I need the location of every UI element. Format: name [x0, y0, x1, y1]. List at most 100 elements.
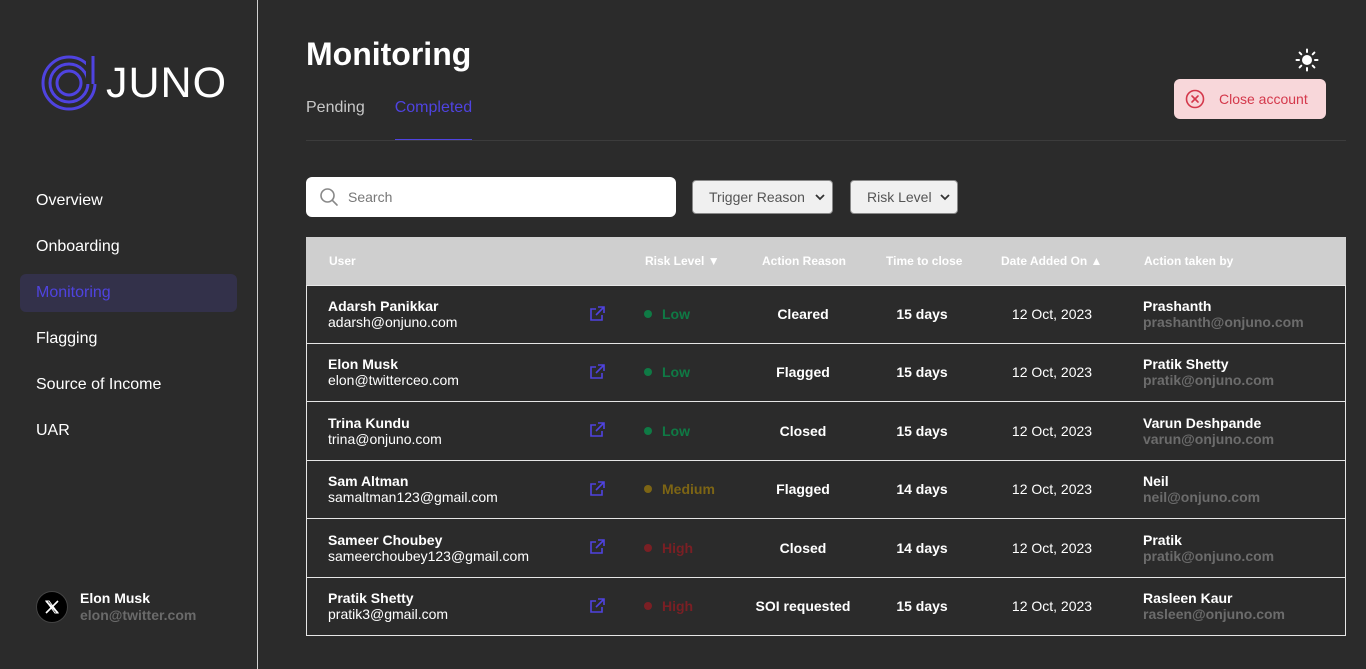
page-title: Monitoring	[306, 36, 472, 72]
time-to-close: 15 days	[896, 364, 948, 381]
user-email: pratik3@gmail.com	[328, 606, 449, 623]
external-link-icon[interactable]	[588, 538, 606, 561]
action-reason: Cleared	[777, 306, 829, 323]
header-date-added[interactable]: Date Added On ▲	[1001, 254, 1102, 268]
table-row[interactable]: Adarsh Panikkar adarsh@onjuno.com Low Clear…	[306, 285, 1346, 344]
action-taken-by-cell: Prashanth prashanth@onjuno.com	[1143, 298, 1304, 330]
user-cell: Adarsh Panikkar adarsh@onjuno.com	[328, 298, 457, 330]
user-profile[interactable]: Elon Musk elon@twitter.com	[36, 590, 196, 624]
table-row[interactable]: Pratik Shetty pratik3@gmail.com High SOI re…	[306, 577, 1346, 636]
action-reason: Closed	[779, 539, 827, 556]
action-taken-by-cell: Pratik Shetty pratik@onjuno.com	[1143, 356, 1274, 388]
date-added: 12 Oct, 2023	[1011, 422, 1093, 439]
user-cell: Trina Kundu trina@onjuno.com	[328, 415, 442, 447]
sidebar-item-monitoring[interactable]: Monitoring	[20, 274, 237, 312]
risk-dot-icon	[644, 426, 652, 435]
user-name: Sameer Choubey	[328, 531, 443, 548]
action-by-name: Prashanth	[1143, 298, 1212, 315]
action-by-email: prashanth@onjuno.com	[1143, 314, 1304, 331]
user-name: Adarsh Panikkar	[328, 298, 439, 315]
risk-dot-icon	[644, 543, 652, 552]
time-to-close: 14 days	[896, 481, 948, 498]
user-name: Elon Musk	[328, 356, 399, 373]
tab-pending[interactable]: Pending	[306, 96, 365, 141]
table-header: User Risk Level ▼ Action Reason Time to …	[306, 237, 1346, 285]
tab-completed[interactable]: Completed	[394, 96, 473, 141]
sidebar-item-uar[interactable]: UAR	[20, 412, 237, 450]
user-name: Trina Kundu	[328, 414, 410, 431]
table-row[interactable]: Elon Musk elon@twitterceo.com Low Flagged 15…	[306, 343, 1346, 402]
user-email: samaltman123@gmail.com	[328, 489, 498, 506]
risk-level-select[interactable]: Risk Level	[850, 180, 958, 214]
header-action-taken-by: Action taken by	[1144, 254, 1234, 268]
external-link-icon[interactable]	[588, 480, 606, 503]
close-account-label: Close account	[1219, 91, 1308, 107]
user-email: trina@onjuno.com	[328, 430, 442, 447]
search-box[interactable]	[306, 177, 676, 217]
close-circle-icon	[1185, 89, 1205, 109]
external-link-icon[interactable]	[588, 363, 606, 386]
risk-level: Low	[662, 306, 690, 323]
risk-level-label: Risk Level	[867, 189, 932, 205]
user-cell: Elon Musk elon@twitterceo.com	[328, 356, 459, 388]
table-row[interactable]: Trina Kundu trina@onjuno.com Low Closed 15 d…	[306, 402, 1346, 461]
table-row[interactable]: Sameer Choubey sameerchoubey123@gmail.com…	[306, 519, 1346, 578]
risk-level-cell: Low	[644, 306, 690, 322]
sidebar-item-flagging[interactable]: Flagging	[20, 320, 237, 358]
risk-level-cell: Low	[644, 423, 690, 439]
sidebar-item-overview[interactable]: Overview	[20, 182, 237, 220]
tabs: Pending Completed	[306, 96, 502, 141]
risk-level: Low	[662, 422, 690, 439]
user-email: elon@twitterceo.com	[328, 372, 459, 389]
sidebar-item-onboarding[interactable]: Onboarding	[20, 228, 237, 266]
risk-level-cell: High	[644, 540, 693, 556]
risk-level-cell: Medium	[644, 481, 715, 497]
sidebar: JUNO Overview Onboarding Monitoring Flag…	[0, 0, 258, 669]
action-by-name: Rasleen Kaur	[1143, 590, 1233, 607]
action-taken-by-cell: Pratik pratik@onjuno.com	[1143, 532, 1274, 564]
tabs-divider	[306, 140, 1346, 141]
search-input[interactable]	[348, 189, 648, 205]
trigger-reason-select[interactable]: Trigger Reason	[692, 180, 833, 214]
profile-name: Elon Musk	[80, 590, 151, 606]
brand-name: JUNO	[106, 58, 228, 107]
date-added: 12 Oct, 2023	[1011, 539, 1093, 556]
date-added: 12 Oct, 2023	[1011, 598, 1093, 615]
risk-dot-icon	[644, 368, 652, 377]
sidebar-item-source-of-income[interactable]: Source of Income	[20, 366, 237, 404]
date-added: 12 Oct, 2023	[1011, 481, 1093, 498]
external-link-icon[interactable]	[588, 597, 606, 620]
risk-dot-icon	[644, 485, 652, 494]
action-taken-by-cell: Neil neil@onjuno.com	[1143, 473, 1260, 505]
juno-logo[interactable]: JUNO	[40, 54, 227, 112]
time-to-close: 15 days	[896, 306, 948, 323]
risk-level: Low	[662, 364, 690, 381]
time-to-close: 14 days	[896, 539, 948, 556]
juno-logo-icon	[41, 54, 100, 111]
header-risk-level[interactable]: Risk Level ▼	[645, 254, 720, 268]
action-by-email: pratik@onjuno.com	[1143, 547, 1275, 564]
action-taken-by-cell: Varun Deshpande varun@onjuno.com	[1143, 415, 1274, 447]
user-email: sameerchoubey123@gmail.com	[328, 547, 529, 564]
risk-level-cell: High	[644, 598, 693, 614]
action-by-email: varun@onjuno.com	[1143, 430, 1275, 447]
user-email: adarsh@onjuno.com	[328, 314, 458, 331]
close-account-button[interactable]: Close account	[1174, 79, 1326, 119]
header-time-to-close: Time to close	[886, 254, 963, 268]
action-reason: Flagged	[776, 364, 830, 381]
user-cell: Pratik Shetty pratik3@gmail.com	[328, 590, 448, 622]
time-to-close: 15 days	[896, 422, 948, 439]
external-link-icon[interactable]	[588, 305, 606, 328]
user-cell: Sam Altman samaltman123@gmail.com	[328, 473, 498, 505]
chevron-down-icon	[815, 194, 825, 201]
user-name: Sam Altman	[328, 473, 409, 490]
action-by-name: Pratik	[1143, 531, 1182, 548]
sun-icon[interactable]	[1295, 48, 1319, 72]
profile-email: elon@twitter.com	[80, 607, 197, 623]
risk-dot-icon	[644, 602, 652, 611]
external-link-icon[interactable]	[588, 421, 606, 444]
risk-level: High	[662, 598, 694, 615]
table-row[interactable]: Sam Altman samaltman123@gmail.com Medium Fl…	[306, 460, 1346, 519]
monitoring-table: User Risk Level ▼ Action Reason Time to …	[306, 237, 1346, 636]
user-cell: Sameer Choubey sameerchoubey123@gmail.com	[328, 532, 529, 564]
